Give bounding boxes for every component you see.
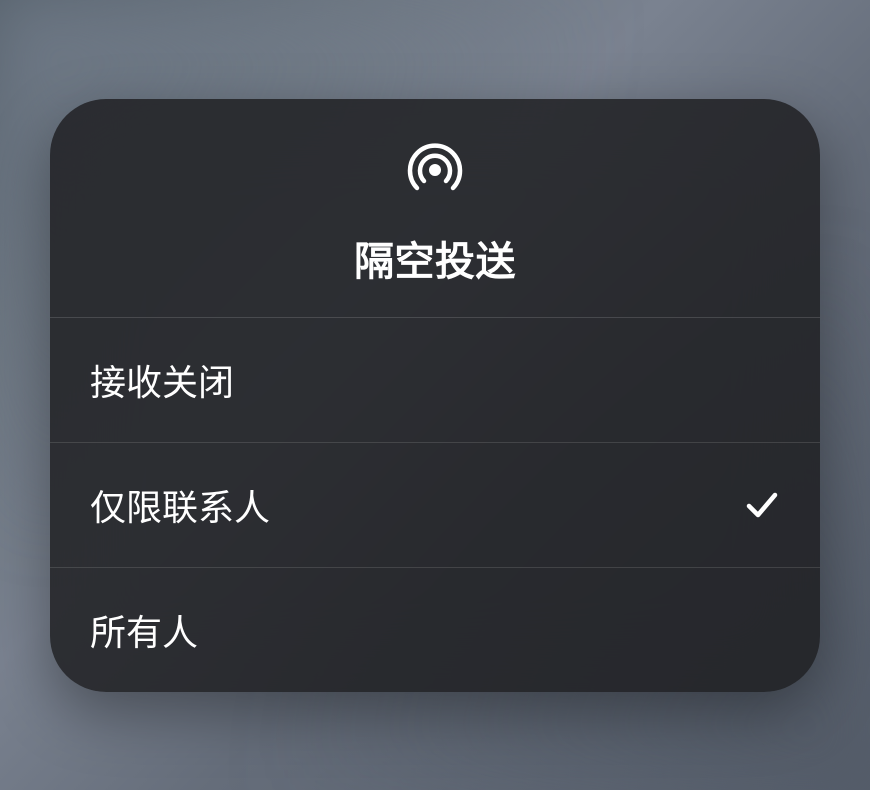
- option-label: 所有人: [90, 604, 198, 656]
- option-label: 仅限联系人: [90, 479, 270, 531]
- checkmark-icon: [744, 487, 780, 523]
- airdrop-panel: 隔空投送 接收关闭 仅限联系人 所有人: [50, 99, 820, 692]
- airdrop-icon: [404, 139, 466, 201]
- option-contacts-only[interactable]: 仅限联系人: [50, 443, 820, 568]
- option-label: 接收关闭: [90, 354, 234, 406]
- option-everyone[interactable]: 所有人: [50, 568, 820, 692]
- panel-header: 隔空投送: [50, 99, 820, 318]
- option-receiving-off[interactable]: 接收关闭: [50, 318, 820, 443]
- panel-title: 隔空投送: [354, 229, 516, 287]
